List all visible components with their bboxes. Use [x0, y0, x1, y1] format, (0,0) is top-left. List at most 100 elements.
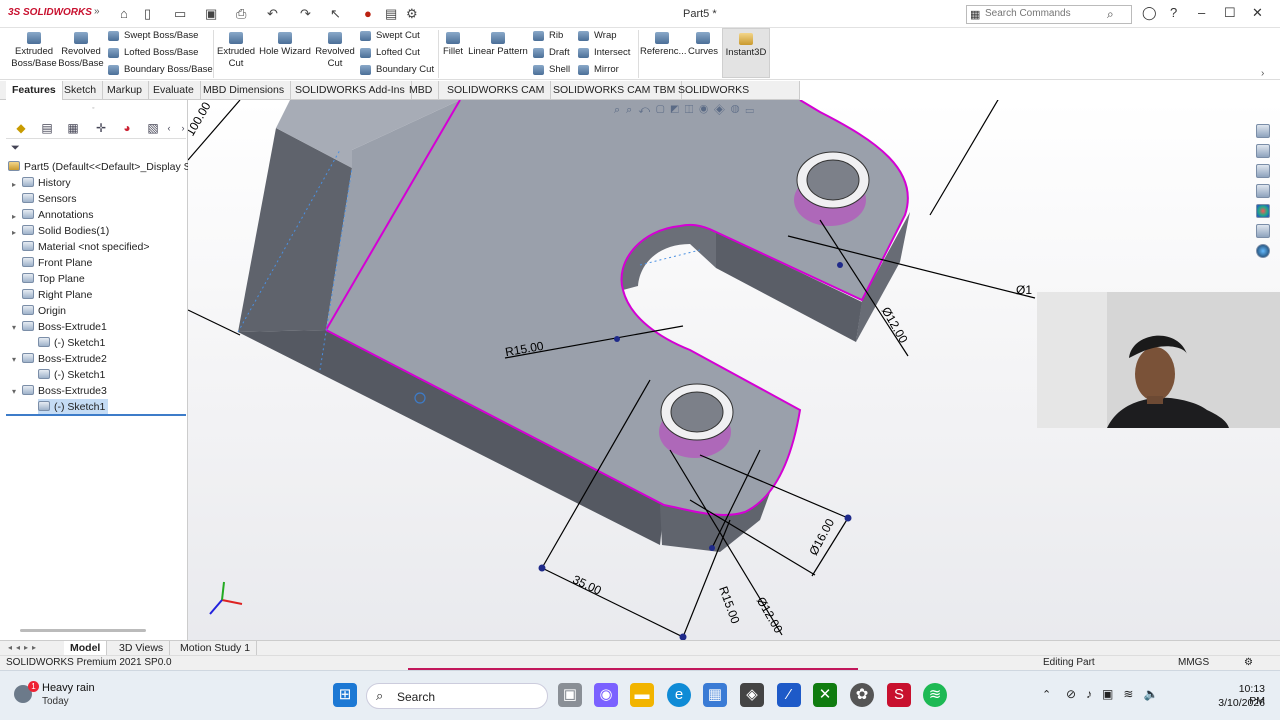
edge-browser-icon[interactable]: e: [667, 683, 691, 707]
collapse-arrow-icon[interactable]: ▾: [12, 387, 16, 396]
tree-root-part[interactable]: Part5 (Default<<Default>_Display S: [8, 159, 191, 175]
copilot-icon[interactable]: ◉: [594, 683, 618, 707]
tab-markup[interactable]: Markup: [101, 81, 150, 100]
tree-item-sketch1[interactable]: (-) Sketch1: [38, 335, 105, 351]
tab-sketch[interactable]: Sketch: [58, 81, 104, 100]
tree-item-origin[interactable]: Origin: [22, 303, 66, 319]
open-folder-icon[interactable]: ▭: [174, 6, 186, 22]
rib-button[interactable]: Rib: [533, 28, 563, 44]
xbox-icon[interactable]: ✕: [813, 683, 837, 707]
undo-icon[interactable]: ↶: [267, 6, 278, 22]
collapse-arrow-icon[interactable]: ▾: [12, 355, 16, 364]
maximize-button[interactable]: ☐: [1224, 5, 1236, 21]
dimension-dia-partial[interactable]: Ø1: [1016, 283, 1032, 297]
pane-scrollbar[interactable]: [20, 629, 146, 632]
home-icon[interactable]: ⌂: [120, 6, 128, 21]
help-icon[interactable]: ?: [1170, 5, 1177, 20]
app-icon-generic[interactable]: ◈: [740, 683, 764, 707]
revolved-boss-button[interactable]: Revolved Boss/Base: [58, 32, 104, 70]
rebuild-icon[interactable]: ●: [364, 6, 372, 21]
display-manager-icon[interactable]: ◕: [120, 121, 134, 135]
tab-solidworks-add-ins[interactable]: SOLIDWORKS Add-Ins: [289, 81, 412, 100]
extruded-boss-button[interactable]: Extruded Boss/Base: [8, 32, 60, 70]
fillet-button[interactable]: Fillet: [440, 32, 466, 58]
user-account-icon[interactable]: ◯: [1142, 5, 1157, 21]
cam-manager-icon[interactable]: ▧: [146, 121, 160, 135]
tree-item-history[interactable]: History: [22, 175, 71, 191]
expand-arrow-icon[interactable]: ▸: [12, 212, 16, 221]
tab-scroll-arrows-icon[interactable]: ◂◂▸▸: [8, 643, 40, 652]
tab-motion-study-1[interactable]: Motion Study 1: [174, 641, 258, 656]
redo-icon[interactable]: ↷: [300, 6, 311, 22]
chatgpt-icon[interactable]: ✿: [850, 683, 874, 707]
tab-mbd-dimensions[interactable]: MBD Dimensions: [197, 81, 292, 100]
lofted-boss-button[interactable]: Lofted Boss/Base: [108, 45, 198, 61]
tree-item-boss-extrude3[interactable]: Boss-Extrude3: [22, 383, 107, 399]
curves-button[interactable]: Curves: [686, 32, 720, 58]
tree-item-boss-extrude2[interactable]: Boss-Extrude2: [22, 351, 107, 367]
weather-title[interactable]: Heavy rain: [42, 682, 95, 694]
taskbar-search-box[interactable]: ⌕ Search: [366, 683, 548, 709]
spotify-icon[interactable]: ≋: [923, 683, 947, 707]
unit-system-selector[interactable]: MMGS: [1178, 656, 1209, 670]
close-button[interactable]: ✕: [1252, 5, 1263, 21]
tree-item-material[interactable]: Material <not specified>: [22, 239, 149, 255]
system-tray-icons[interactable]: ⊘♪▣≋🔈: [1066, 687, 1168, 701]
instant3d-button[interactable]: Instant3D: [722, 28, 770, 78]
configuration-manager-icon[interactable]: ▦: [66, 121, 80, 135]
draft-button[interactable]: Draft: [533, 45, 570, 61]
tree-item-right-plane[interactable]: Right Plane: [22, 287, 92, 303]
expand-arrow-icon[interactable]: ▸: [12, 228, 16, 237]
tree-item-annotations[interactable]: Annotations: [22, 207, 93, 223]
lofted-cut-button[interactable]: Lofted Cut: [360, 45, 420, 61]
print-icon[interactable]: ⎙: [236, 6, 246, 22]
file-explorer-icon[interactable]: ▬: [630, 683, 654, 707]
design-library-icon[interactable]: [1256, 144, 1270, 158]
extruded-cut-button[interactable]: Extruded Cut: [214, 32, 258, 70]
swept-cut-button[interactable]: Swept Cut: [360, 28, 420, 44]
tab-3d-views[interactable]: 3D Views: [113, 641, 171, 656]
tree-item-front-plane[interactable]: Front Plane: [22, 255, 92, 271]
tree-item-sketch1[interactable]: (-) Sketch1: [38, 367, 105, 383]
rollback-bar[interactable]: [6, 414, 186, 416]
search-commands-box[interactable]: ▦ ⌕: [966, 5, 1132, 24]
file-explorer-icon[interactable]: [1256, 164, 1270, 178]
tab-scroll-left-icon[interactable]: ‹: [162, 121, 176, 135]
tab-evaluate[interactable]: Evaluate: [147, 81, 201, 100]
feature-manager-icon[interactable]: ◆: [14, 121, 28, 135]
shell-button[interactable]: Shell: [533, 62, 570, 78]
task-pane-expand-icon[interactable]: ›: [1261, 68, 1264, 79]
customize-icon[interactable]: ⚙: [1244, 656, 1253, 670]
reference-geometry-button[interactable]: Referenc...: [640, 32, 686, 58]
appearances-icon[interactable]: [1256, 204, 1270, 218]
tray-overflow-icon[interactable]: ⌃: [1042, 688, 1051, 701]
solidworks-resources-icon[interactable]: [1256, 124, 1270, 138]
linear-pattern-button[interactable]: Linear Pattern: [467, 32, 529, 58]
search-icon[interactable]: ⌕: [1107, 7, 1114, 22]
search-commands-input[interactable]: [985, 8, 1105, 19]
tree-item-solid-bodies[interactable]: Solid Bodies(1): [22, 223, 109, 239]
microsoft-store-icon[interactable]: ▦: [703, 683, 727, 707]
boundary-boss-button[interactable]: Boundary Boss/Base: [108, 62, 213, 78]
select-cursor-icon[interactable]: ↖: [330, 6, 341, 22]
pane-gripper[interactable]: ◦: [92, 105, 94, 112]
heads-up-view-toolbar[interactable]: ⌕⌕⤺▢◩◫◉◈◍▭: [614, 104, 849, 118]
revolved-cut-button[interactable]: Revolved Cut: [312, 32, 358, 70]
options-gear-icon[interactable]: ⚙: [406, 6, 418, 22]
solidworks-forum-icon[interactable]: [1256, 244, 1270, 258]
intersect-button[interactable]: Intersect: [578, 45, 630, 61]
taskbar-clock-date[interactable]: 3/10/2026: [1216, 697, 1265, 709]
hole-wizard-button[interactable]: Hole Wizard: [258, 32, 312, 58]
wrap-button[interactable]: Wrap: [578, 28, 617, 44]
property-manager-icon[interactable]: ▤: [40, 121, 54, 135]
tree-item-boss-extrude1[interactable]: Boss-Extrude1: [22, 319, 107, 335]
windows-start-icon[interactable]: ⊞: [333, 683, 357, 707]
file-properties-icon[interactable]: ▤: [385, 6, 397, 22]
custom-properties-icon[interactable]: [1256, 224, 1270, 238]
expand-arrow-icon[interactable]: ▸: [12, 180, 16, 189]
dimxpert-icon[interactable]: ✛: [94, 121, 108, 135]
task-view-icon[interactable]: ▣: [558, 683, 582, 707]
view-palette-icon[interactable]: [1256, 184, 1270, 198]
solidworks-taskbar-icon[interactable]: S: [887, 683, 911, 707]
new-document-icon[interactable]: ▯: [144, 6, 151, 22]
